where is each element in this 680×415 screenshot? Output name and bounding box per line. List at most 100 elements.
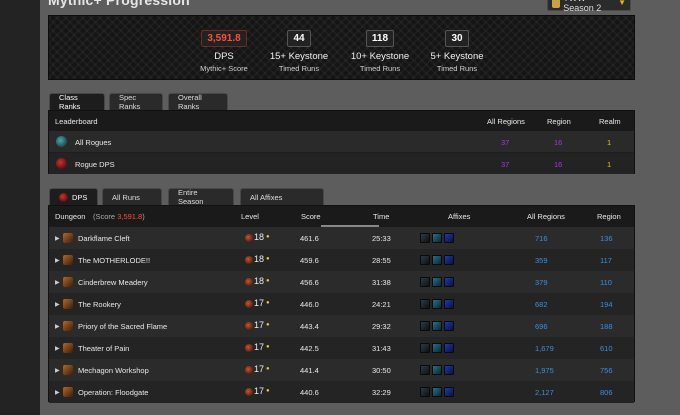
affix-icon[interactable] [432, 365, 442, 375]
affix-icon[interactable] [432, 321, 442, 331]
run-region: 188 [600, 322, 613, 331]
affix-icon[interactable] [420, 277, 430, 287]
run-time: 31:38 [372, 278, 391, 287]
affix-icon[interactable] [444, 255, 454, 265]
table-row[interactable]: ▶ Darkflame Cleft 18 ● 461.6 25:33 716 136 [49, 227, 634, 249]
expand-caret-icon[interactable]: ▶ [55, 279, 60, 286]
affix-icon[interactable] [420, 343, 430, 353]
run-dungeon[interactable]: Priory of the Sacred Flame [78, 322, 167, 331]
run-dungeon[interactable]: Darkflame Cleft [78, 234, 130, 243]
run-dungeon[interactable]: The Rookery [78, 300, 121, 309]
dungeon-icon [63, 277, 73, 287]
run-time: 30:50 [372, 366, 391, 375]
run-score: 459.6 [300, 256, 319, 265]
col-realm: Realm [599, 117, 621, 126]
run-all-regions: 1,975 [535, 366, 554, 375]
tab-entire-season[interactable]: Entire Season [168, 188, 234, 206]
affix-icon[interactable] [432, 277, 442, 287]
row-all-regions: 37 [501, 160, 510, 169]
affix-icon[interactable] [420, 255, 430, 265]
run-dungeon[interactable]: Theater of Pain [78, 344, 129, 353]
col-region[interactable]: Region [597, 212, 621, 221]
tab-spec-ranks[interactable]: Spec Ranks [109, 93, 163, 111]
affix-icon[interactable] [444, 321, 454, 331]
affix-icon[interactable] [432, 299, 442, 309]
run-all-regions: 359 [535, 256, 548, 265]
tab-class-ranks[interactable]: Class Ranks [49, 93, 105, 111]
expand-caret-icon[interactable]: ▶ [55, 367, 60, 374]
row-name: All Rogues [75, 138, 112, 147]
run-score: 440.6 [300, 388, 319, 397]
affix-icon[interactable] [420, 387, 430, 397]
table-row[interactable]: ▶ Operation: Floodgate 17 ● 440.6 32:29 2,127 8… [49, 381, 634, 403]
table-row[interactable]: ▶ Mechagon Workshop 17 ● 441.4 30:50 1,975 756 [49, 359, 634, 381]
upgrade-star-icon: ● [266, 234, 270, 240]
upgrade-star-icon: ● [266, 322, 270, 328]
affix-icon[interactable] [444, 343, 454, 353]
stat-label: 5+ Keystone [430, 51, 484, 62]
table-row[interactable]: ▶ Theater of Pain 17 ● 442.5 31:43 1,679 610 [49, 337, 634, 359]
season-logo-icon [552, 0, 561, 8]
keystone-icon [245, 234, 253, 242]
affix-icon[interactable] [432, 387, 442, 397]
table-row[interactable]: ▶ The Rookery 17 ● 446.0 24:21 682 194 [49, 293, 634, 315]
expand-caret-icon[interactable]: ▶ [55, 301, 60, 308]
affix-icon[interactable] [420, 321, 430, 331]
tab-all-affixes[interactable]: All Affixes [240, 188, 324, 205]
row-name: Rogue DPS [75, 160, 115, 169]
tab-label: Entire Season [178, 188, 204, 206]
run-dungeon[interactable]: Cinderbrew Meadery [78, 278, 148, 287]
affix-icon[interactable] [432, 343, 442, 353]
expand-caret-icon[interactable]: ▶ [55, 345, 60, 352]
affix-icon[interactable] [432, 233, 442, 243]
expand-caret-icon[interactable]: ▶ [55, 257, 60, 264]
run-all-regions: 2,127 [535, 388, 554, 397]
run-level: 18 [254, 276, 265, 286]
affix-icon[interactable] [420, 365, 430, 375]
expand-caret-icon[interactable]: ▶ [55, 323, 60, 330]
table-row[interactable]: ▶ The MOTHERLODE!! 18 ● 459.6 28:55 359 117 [49, 249, 634, 271]
keystone-icon [245, 366, 253, 374]
tab-all-runs[interactable]: All Runs [102, 188, 162, 205]
table-row[interactable]: ▶ Cinderbrew Meadery 18 ● 456.6 31:38 379 110 [49, 271, 634, 293]
affix-icon[interactable] [420, 233, 430, 243]
run-region: 194 [600, 300, 613, 309]
affix-icon[interactable] [444, 387, 454, 397]
leaderboard-row[interactable]: All Rogues 37 16 1 [49, 131, 634, 152]
row-region: 16 [554, 138, 563, 147]
upgrade-star-icon: ● [266, 388, 270, 394]
upgrade-star-icon: ● [266, 344, 270, 350]
run-score: 446.0 [300, 300, 319, 309]
row-realm: 1 [607, 138, 612, 147]
expand-caret-icon[interactable]: ▶ [55, 235, 60, 242]
run-score: 442.5 [300, 344, 319, 353]
col-score[interactable]: Score [301, 212, 321, 221]
affix-icon[interactable] [444, 233, 454, 243]
tab-dps[interactable]: DPS [49, 188, 98, 205]
upgrade-star-icon: ● [266, 366, 270, 372]
tab-overall-ranks[interactable]: Overall Ranks [168, 93, 228, 111]
col-level[interactable]: Level [241, 212, 259, 221]
leaderboard-row[interactable]: Rogue DPS 37 16 1 [49, 153, 634, 174]
col-all-regions[interactable]: All Regions [527, 212, 565, 221]
affix-icon[interactable] [444, 365, 454, 375]
score-summary-value: 3,591.8 [117, 212, 143, 221]
run-level: 17 [254, 320, 265, 330]
col-time[interactable]: Time [373, 212, 389, 221]
run-score: 461.6 [300, 234, 319, 243]
table-row[interactable]: ▶ Priory of the Sacred Flame 17 ● 443.4 29:32… [49, 315, 634, 337]
season-selector[interactable]: TWW Season 2 ▼ [547, 0, 631, 13]
expand-caret-icon[interactable]: ▶ [55, 389, 60, 396]
rogue-class-icon [56, 136, 67, 147]
affix-icon[interactable] [432, 255, 442, 265]
rogue-dps-icon [56, 158, 67, 169]
run-dungeon[interactable]: Mechagon Workshop [78, 366, 149, 375]
affix-icon[interactable] [444, 277, 454, 287]
run-dungeon[interactable]: Operation: Floodgate [78, 388, 148, 397]
affix-icon[interactable] [444, 299, 454, 309]
affix-icon[interactable] [420, 299, 430, 309]
run-all-regions: 1,679 [535, 344, 554, 353]
run-time: 28:55 [372, 256, 391, 265]
run-dungeon[interactable]: The MOTHERLODE!! [78, 256, 150, 265]
col-leaderboard: Leaderboard [55, 117, 98, 126]
